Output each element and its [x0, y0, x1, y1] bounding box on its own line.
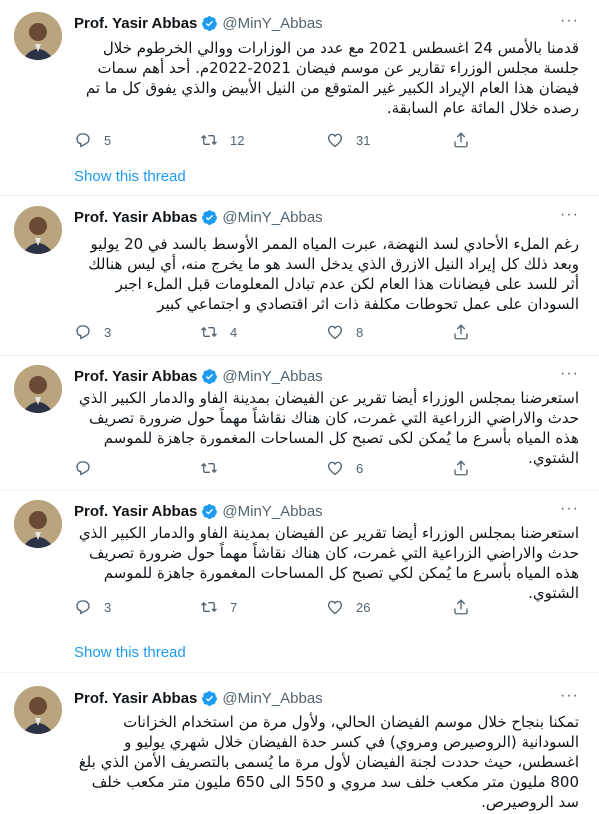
- tweet-header: Prof. Yasir Abbas @MinY_Abbas: [74, 501, 323, 521]
- tweet-header: Prof. Yasir Abbas @MinY_Abbas: [74, 207, 323, 227]
- reply-button[interactable]: 3: [74, 598, 200, 616]
- verified-badge-icon: [202, 15, 218, 31]
- reply-count: 3: [104, 599, 112, 615]
- like-count: 31: [356, 132, 371, 148]
- retweet-count: 4: [230, 324, 238, 340]
- author-handle[interactable]: @MinY_Abbas: [222, 209, 322, 226]
- like-button[interactable]: 31: [326, 131, 452, 149]
- author-name[interactable]: Prof. Yasir Abbas: [74, 690, 197, 707]
- reply-count: 3: [104, 324, 112, 340]
- tweet-text: قدمنا بالأمس 24 اغسطس 2021 مع عدد من الو…: [85, 39, 579, 117]
- share-button[interactable]: [452, 131, 482, 149]
- more-options-icon[interactable]: ···: [560, 206, 579, 224]
- share-button[interactable]: [452, 598, 482, 616]
- show-thread-link[interactable]: Show this thread: [74, 168, 186, 185]
- retweet-button[interactable]: [200, 459, 326, 477]
- like-count: 8: [356, 324, 364, 340]
- share-icon: [454, 324, 468, 340]
- retweet-icon: [201, 462, 217, 474]
- retweet-button[interactable]: 4: [200, 323, 326, 341]
- retweet-count: 12: [230, 132, 245, 148]
- avatar[interactable]: [14, 12, 62, 60]
- more-options-icon[interactable]: ···: [560, 12, 579, 30]
- tweet-actions: 5 12 31: [74, 130, 494, 150]
- show-thread-link[interactable]: Show this thread: [74, 644, 186, 661]
- reply-button[interactable]: [74, 459, 200, 477]
- author-name[interactable]: Prof. Yasir Abbas: [74, 503, 197, 520]
- heart-icon: [327, 325, 343, 340]
- divider: [0, 672, 599, 673]
- tweet-text: تمكنا بنجاح خلال موسم الفيضان الحالي، ول…: [78, 713, 579, 811]
- share-icon: [454, 460, 468, 476]
- heart-icon: [327, 461, 343, 476]
- like-button[interactable]: 8: [326, 323, 452, 341]
- tweet-actions: 3 4 8: [74, 322, 494, 342]
- reply-icon: [76, 133, 90, 148]
- heart-icon: [327, 600, 343, 615]
- reply-icon: [76, 325, 90, 340]
- retweet-icon: [201, 326, 217, 338]
- verified-badge-icon: [202, 209, 218, 225]
- avatar[interactable]: [14, 500, 62, 548]
- reply-count: 5: [104, 132, 112, 148]
- reply-icon: [76, 461, 90, 476]
- retweet-icon: [201, 601, 217, 613]
- heart-icon: [327, 133, 343, 148]
- retweet-icon: [201, 134, 217, 146]
- more-options-icon[interactable]: ···: [560, 365, 579, 383]
- tweet-text: استعرضنا بمجلس الوزراء أيضا تقرير عن الف…: [78, 389, 579, 467]
- author-handle[interactable]: @MinY_Abbas: [222, 503, 322, 520]
- share-button[interactable]: [452, 323, 482, 341]
- more-options-icon[interactable]: ···: [560, 687, 579, 705]
- like-count: 26: [356, 599, 371, 615]
- author-name[interactable]: Prof. Yasir Abbas: [74, 209, 197, 226]
- author-name[interactable]: Prof. Yasir Abbas: [74, 15, 197, 32]
- divider: [0, 355, 599, 356]
- retweet-button[interactable]: 12: [200, 131, 326, 149]
- retweet-button[interactable]: 7: [200, 598, 326, 616]
- verified-badge-icon: [202, 503, 218, 519]
- reply-icon: [76, 600, 90, 615]
- author-handle[interactable]: @MinY_Abbas: [222, 690, 322, 707]
- share-button[interactable]: [452, 459, 482, 477]
- like-button[interactable]: 26: [326, 598, 452, 616]
- avatar[interactable]: [14, 365, 62, 413]
- divider: [0, 195, 599, 196]
- tweet-header: Prof. Yasir Abbas @MinY_Abbas: [74, 13, 323, 33]
- author-handle[interactable]: @MinY_Abbas: [222, 368, 322, 385]
- retweet-count: 7: [230, 599, 238, 615]
- like-button[interactable]: 6: [326, 459, 452, 477]
- reply-button[interactable]: 3: [74, 323, 200, 341]
- tweet-header: Prof. Yasir Abbas @MinY_Abbas: [74, 366, 323, 386]
- tweet-text: استعرضنا بمجلس الوزراء أيضا تقرير عن الف…: [78, 524, 579, 602]
- verified-badge-icon: [202, 690, 218, 706]
- like-count: 6: [356, 460, 364, 476]
- avatar[interactable]: [14, 206, 62, 254]
- tweet-text: رغم الملء الأحادي لسد النهضة، عبرت الميا…: [88, 235, 579, 313]
- author-handle[interactable]: @MinY_Abbas: [222, 15, 322, 32]
- tweet-actions: 6: [74, 458, 494, 478]
- share-icon: [454, 132, 468, 148]
- more-options-icon[interactable]: ···: [560, 500, 579, 518]
- verified-badge-icon: [202, 368, 218, 384]
- reply-button[interactable]: 5: [74, 131, 200, 149]
- avatar[interactable]: [14, 686, 62, 734]
- author-name[interactable]: Prof. Yasir Abbas: [74, 368, 197, 385]
- divider: [0, 490, 599, 491]
- tweet-header: Prof. Yasir Abbas @MinY_Abbas: [74, 688, 323, 708]
- share-icon: [454, 599, 468, 615]
- tweet-actions: 3 7 26: [74, 597, 494, 617]
